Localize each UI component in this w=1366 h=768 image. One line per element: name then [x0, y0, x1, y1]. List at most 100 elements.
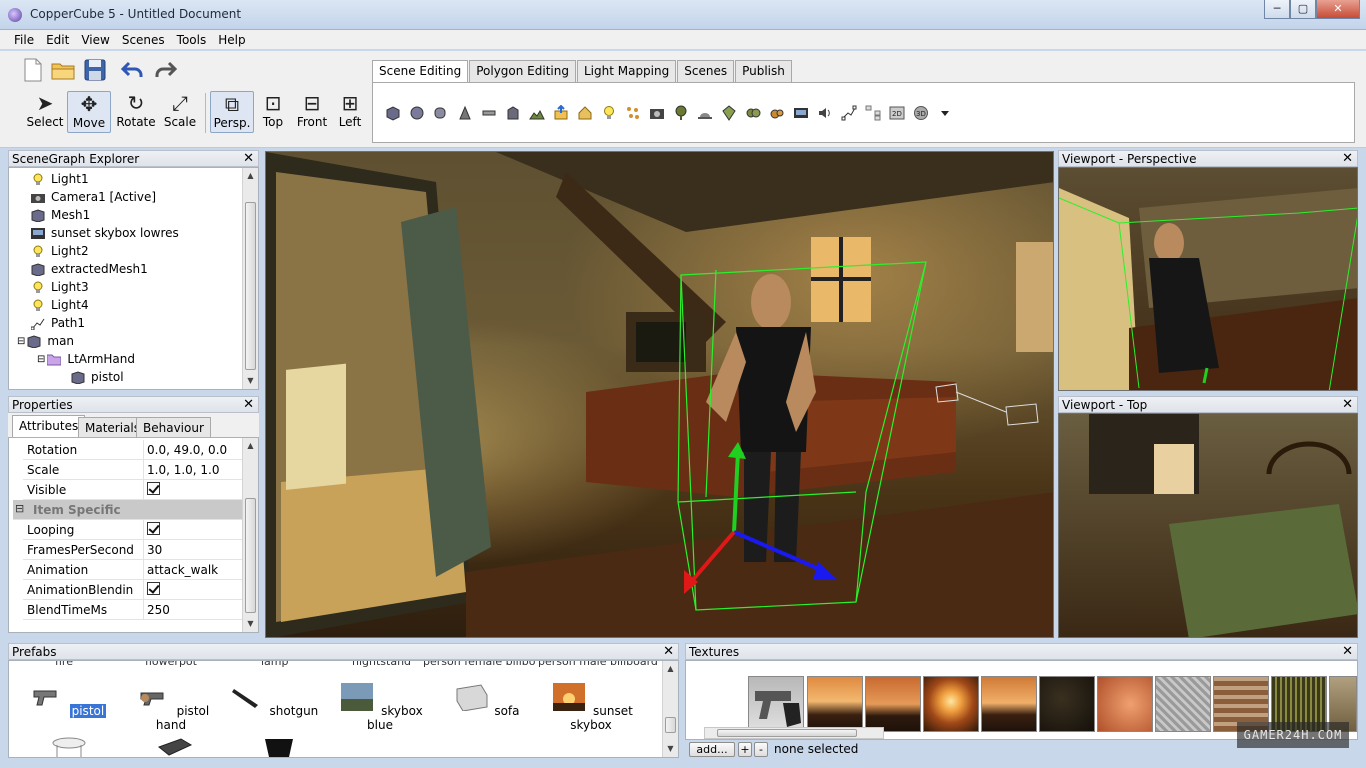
tree-icon[interactable] — [673, 105, 689, 121]
cone-icon[interactable] — [457, 105, 473, 121]
texture-thumb[interactable] — [1097, 676, 1153, 732]
scroll-thumb[interactable] — [245, 498, 256, 613]
undo-icon[interactable] — [120, 57, 146, 83]
menu-tools[interactable]: Tools — [171, 30, 213, 49]
prop-animation[interactable]: Animation attack_walk — [23, 560, 243, 580]
texture-thumb[interactable] — [1039, 676, 1095, 732]
scroll-up-icon[interactable]: ▲ — [243, 438, 258, 453]
collapse-icon[interactable]: ⊟ — [15, 502, 24, 515]
minimize-button[interactable]: ─ — [1264, 0, 1290, 19]
scroll-thumb[interactable] — [665, 717, 676, 733]
tab-light-mapping[interactable]: Light Mapping — [576, 60, 677, 82]
top-viewport[interactable] — [1058, 413, 1358, 638]
terrain-icon[interactable] — [529, 105, 545, 121]
view-top-button[interactable]: ⊡ Top — [251, 91, 295, 133]
tv-prefab-icon[interactable] — [259, 737, 299, 757]
2d-overlay-icon[interactable]: 2D — [889, 105, 905, 121]
tree-item[interactable]: sunset skybox lowres — [31, 224, 179, 242]
tree-item[interactable]: pistol — [71, 368, 124, 386]
menu-help[interactable]: Help — [212, 30, 251, 49]
prop-frames-per-second[interactable]: FramesPerSecond 30 — [23, 540, 243, 560]
tab-scenes[interactable]: Scenes — [677, 60, 735, 82]
gem-icon[interactable] — [721, 105, 737, 121]
tab-attributes[interactable]: Attributes — [12, 415, 86, 438]
cube-icon[interactable] — [385, 105, 401, 121]
prefab-item[interactable]: shotgun — [217, 683, 327, 718]
scroll-up-icon[interactable]: ▲ — [663, 661, 678, 676]
menu-scenes[interactable]: Scenes — [116, 30, 171, 49]
tray-prefab-icon[interactable] — [155, 737, 195, 757]
scroll-down-icon[interactable]: ▼ — [663, 741, 678, 756]
texture-thumb[interactable] — [807, 676, 863, 732]
scale-tool[interactable]: ⤢ Scale — [158, 91, 202, 133]
minus-texture-button[interactable]: - — [754, 742, 768, 757]
view-left-button[interactable]: ⊞ Left — [328, 91, 372, 133]
collapse-icon[interactable]: ⊟ — [37, 354, 45, 365]
light-bulb-icon[interactable] — [601, 105, 617, 121]
textures-close-icon[interactable]: ✕ — [1342, 644, 1353, 659]
textures-hscrollbar[interactable] — [704, 727, 884, 739]
prop-rotation[interactable]: Rotation 0.0, 49.0, 0.0 — [23, 440, 243, 460]
tree-item[interactable]: ⊟ man — [17, 332, 74, 350]
blending-checkbox[interactable] — [147, 582, 160, 595]
scroll-thumb[interactable] — [717, 729, 857, 737]
bush-icon[interactable] — [745, 105, 761, 121]
rotate-tool[interactable]: ↻ Rotate — [114, 91, 158, 133]
close-button[interactable]: ✕ — [1316, 0, 1360, 19]
select-tool[interactable]: ➤ Select — [23, 91, 67, 133]
plus-texture-button[interactable]: + — [738, 742, 752, 757]
sphere-icon[interactable] — [409, 105, 425, 121]
texture-thumb[interactable] — [748, 676, 804, 732]
more-dropdown-icon[interactable] — [937, 105, 953, 121]
scroll-up-icon[interactable]: ▲ — [243, 168, 258, 183]
tree-item[interactable]: Path1 — [31, 314, 85, 332]
looping-checkbox[interactable] — [147, 522, 160, 535]
prefab-item[interactable]: sofa — [430, 683, 540, 718]
cylinder-icon[interactable] — [432, 105, 448, 121]
menu-file[interactable]: File — [8, 30, 40, 49]
table-prefab-icon[interactable] — [49, 737, 89, 757]
tab-behaviour[interactable]: Behaviour — [136, 417, 211, 437]
main-viewport[interactable] — [265, 151, 1054, 638]
skybox-icon[interactable] — [793, 105, 809, 121]
tree-item[interactable]: Camera1 [Active] — [31, 188, 156, 206]
texture-thumb[interactable] — [865, 676, 921, 732]
save-icon[interactable] — [82, 57, 108, 83]
scroll-thumb[interactable] — [245, 202, 256, 370]
visible-checkbox[interactable] — [147, 482, 160, 495]
3d-overlay-icon[interactable]: 3D — [913, 105, 929, 121]
view-perspective-button[interactable]: ⧉ Persp. — [210, 91, 254, 133]
tree-item[interactable]: Light4 — [31, 296, 89, 314]
import-mesh-icon[interactable] — [553, 105, 569, 121]
scroll-down-icon[interactable]: ▼ — [243, 373, 258, 388]
properties-scrollbar[interactable]: ▲ ▼ — [242, 438, 258, 632]
tab-scene-editing[interactable]: Scene Editing — [372, 60, 469, 83]
scenegraph-scrollbar[interactable]: ▲ ▼ — [242, 168, 258, 389]
prop-group-item-specific[interactable]: ⊟ Item Specific — [13, 500, 243, 520]
prop-animation-blending[interactable]: AnimationBlendin — [23, 580, 243, 600]
path-icon[interactable] — [841, 105, 857, 121]
tree-item[interactable]: extractedMesh1 — [31, 260, 148, 278]
scroll-down-icon[interactable]: ▼ — [243, 616, 258, 631]
new-document-icon[interactable] — [20, 57, 46, 83]
prop-visible[interactable]: Visible — [23, 480, 243, 500]
menu-edit[interactable]: Edit — [40, 30, 75, 49]
prefabs-close-icon[interactable]: ✕ — [663, 644, 674, 659]
redo-icon[interactable] — [152, 57, 178, 83]
perspective-viewport[interactable] — [1058, 167, 1358, 391]
texture-thumb[interactable] — [1155, 676, 1211, 732]
add-texture-button[interactable]: add... — [689, 742, 735, 757]
tree-item[interactable]: Light3 — [31, 278, 89, 296]
open-folder-icon[interactable] — [50, 57, 76, 83]
arch-icon[interactable] — [505, 105, 521, 121]
perspective-close-icon[interactable]: ✕ — [1342, 151, 1353, 166]
prop-looping[interactable]: Looping — [23, 520, 243, 540]
tree-item[interactable]: Mesh1 — [31, 206, 90, 224]
tab-polygon-editing[interactable]: Polygon Editing — [469, 60, 576, 82]
tree-item[interactable]: Light2 — [31, 242, 89, 260]
texture-thumb[interactable] — [981, 676, 1037, 732]
maximize-button[interactable]: ▢ — [1290, 0, 1316, 19]
prefabs-scrollbar[interactable]: ▲ ▼ — [662, 661, 678, 757]
particles-icon[interactable] — [625, 105, 641, 121]
prefab-house-icon[interactable] — [577, 105, 593, 121]
